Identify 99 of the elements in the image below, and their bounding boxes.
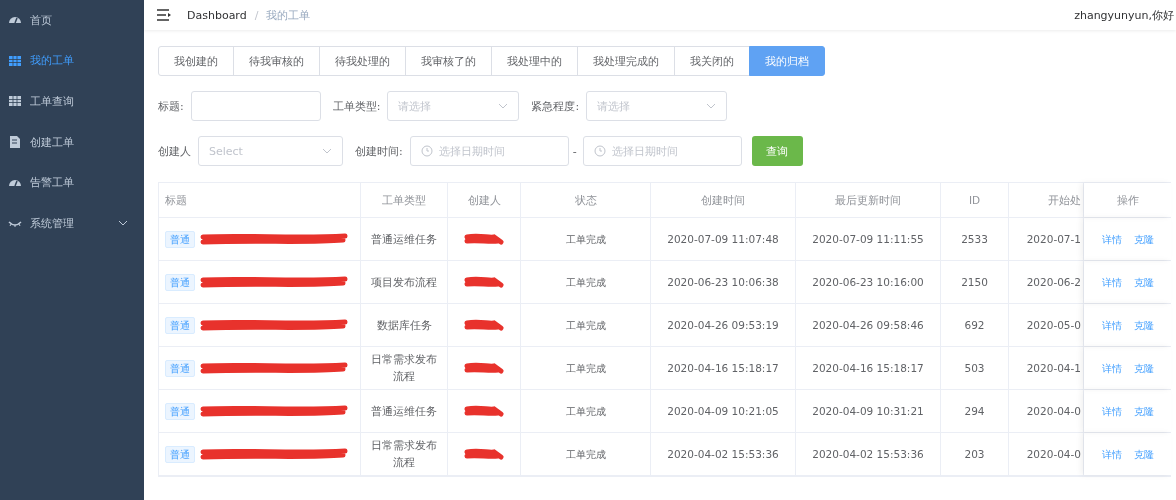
tag-badge: 普通 (165, 316, 195, 334)
table-cell: 692 (941, 304, 1009, 346)
sidebar-item[interactable]: 系统管理 (0, 202, 144, 244)
sidebar-item[interactable]: 工单查询 (0, 81, 144, 122)
table-cell: 数据库任务 (361, 304, 448, 346)
column-header: 状态 (521, 183, 651, 217)
table-cell: 工单完成 (521, 304, 651, 346)
tag-badge: 普通 (165, 230, 195, 248)
action-link[interactable]: 详情 (1101, 316, 1122, 334)
sidebar-item[interactable]: 告警工单 (0, 162, 144, 203)
table-cell: 工单完成 (521, 261, 651, 303)
clock-icon (593, 145, 606, 157)
tab[interactable]: 我创建的 (158, 46, 234, 76)
table-cell: 普通运维任务 (361, 390, 448, 432)
action-link[interactable]: 详情 (1101, 445, 1122, 463)
tag-badge: 普通 (165, 359, 195, 377)
table-cell: 2150 (941, 261, 1009, 303)
action-link[interactable]: 详情 (1101, 402, 1122, 420)
table-cell: 日常需求发布流程 (361, 347, 448, 389)
table-cell: 2020-04-1 (1009, 347, 1084, 389)
table-cell: 2020-07-09 11:07:48 (651, 218, 796, 260)
grid-icon (8, 53, 22, 68)
breadcrumb-separator: / (254, 8, 259, 22)
column-header: 操作 (1084, 183, 1171, 217)
column-header: 开始处 (1009, 183, 1084, 217)
table-cell: 普通运维任务 (361, 218, 448, 260)
tab[interactable]: 我关闭的 (674, 46, 750, 76)
action-link[interactable]: 详情 (1101, 230, 1122, 248)
table-cell: 2020-06-23 10:16:00 (796, 261, 941, 303)
table-cell: 2020-04-16 15:18:17 (651, 347, 796, 389)
table-cell: 2020-04-0 (1009, 433, 1084, 475)
table-cell: 203 (941, 433, 1009, 475)
field-label: 创建人 (158, 143, 191, 159)
table-cell: 2020-06-2 (1009, 261, 1084, 303)
table-cell: 2020-04-0 (1009, 390, 1084, 432)
table-cell: 工单完成 (521, 218, 651, 260)
table-cell: 2020-04-09 10:31:21 (796, 390, 941, 432)
document-icon (8, 135, 22, 150)
title-input[interactable] (190, 91, 321, 121)
column-header: 工单类型 (361, 183, 448, 217)
table-cell: 2020-07-09 11:11:55 (796, 218, 941, 260)
tab[interactable]: 我的归档 (749, 46, 825, 76)
table-cell: 2020-04-16 15:18:17 (796, 347, 941, 389)
clock-icon (420, 145, 433, 157)
action-link[interactable]: 详情 (1101, 359, 1122, 377)
table-cell: 294 (941, 390, 1009, 432)
tab[interactable]: 我处理中的 (491, 46, 578, 76)
column-header: 最后更新时间 (796, 183, 941, 217)
action-link[interactable]: 克隆 (1133, 402, 1154, 420)
creator-select[interactable]: Select (198, 136, 343, 166)
field-label: 工单类型: (332, 98, 381, 114)
field-label: 紧急程度: (531, 98, 580, 114)
action-link[interactable]: 克隆 (1133, 359, 1154, 377)
tab[interactable]: 我处理完成的 (577, 46, 675, 76)
table-cell: 2020-04-09 10:21:05 (651, 390, 796, 432)
action-link[interactable]: 克隆 (1133, 316, 1154, 334)
search-button[interactable]: 查询 (751, 136, 803, 166)
column-header: ID (941, 183, 1009, 217)
table-cell: 2020-06-23 10:06:38 (651, 261, 796, 303)
breadcrumb-item: 我的工单 (266, 7, 311, 23)
table-cell: 2020-07-1 (1009, 218, 1084, 260)
tab[interactable]: 我审核了的 (405, 46, 492, 76)
table-cell: 503 (941, 347, 1009, 389)
table-cell: 2020-04-02 15:53:36 (796, 433, 941, 475)
tag-badge: 普通 (165, 402, 195, 420)
user-greeting[interactable]: zhangyunyun,你好 (1074, 7, 1174, 23)
chevron-down-icon (498, 103, 509, 109)
action-link[interactable]: 克隆 (1133, 445, 1154, 463)
sidebar-item[interactable]: 我的工单 (0, 40, 144, 82)
table-cell: 2020-04-26 09:58:46 (796, 304, 941, 346)
sidebar-item[interactable]: 创建工单 (0, 121, 144, 163)
field-label: 标题: (158, 98, 184, 114)
action-link[interactable]: 克隆 (1133, 230, 1154, 248)
menu-icon (157, 9, 171, 21)
action-link[interactable]: 克隆 (1133, 273, 1154, 291)
column-header: 标题 (159, 183, 361, 217)
chevron-down-icon (322, 148, 332, 154)
range-separator: - (572, 144, 577, 158)
chevron-down-icon (706, 103, 717, 109)
table-cell: 2020-04-02 15:53:36 (651, 433, 796, 475)
table-cell: 项目发布流程 (361, 261, 448, 303)
column-header: 创建人 (448, 183, 521, 217)
sidebar-item[interactable]: 首页 (0, 0, 144, 41)
table-cell: 2533 (941, 218, 1009, 260)
table-cell: 工单完成 (521, 390, 651, 432)
tab[interactable]: 待我审核的 (233, 46, 320, 76)
tag-badge: 普通 (165, 273, 195, 291)
field-label: 创建时间: (355, 143, 403, 159)
tab[interactable]: 待我处理的 (319, 46, 406, 76)
table-cell: 2020-04-26 09:53:19 (651, 304, 796, 346)
table-cell: 工单完成 (521, 347, 651, 389)
tag-badge: 普通 (165, 445, 195, 463)
action-link[interactable]: 详情 (1101, 273, 1122, 291)
grid-icon (8, 94, 22, 109)
table-cell: 工单完成 (521, 433, 651, 475)
table-cell: 2020-05-0 (1009, 304, 1084, 346)
breadcrumb-item[interactable]: Dashboard (187, 8, 247, 22)
table-cell: 日常需求发布流程 (361, 433, 448, 475)
column-header: 创建时间 (651, 183, 796, 217)
